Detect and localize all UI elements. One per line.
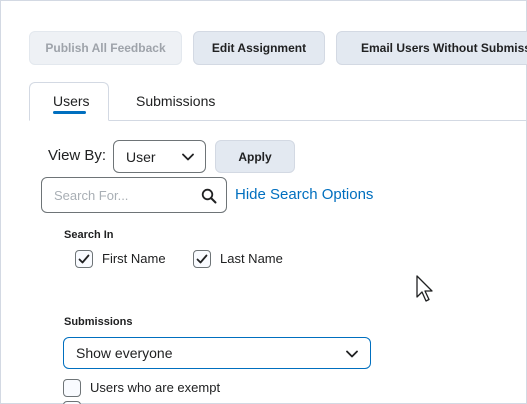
publish-all-feedback-button[interactable]: Publish All Feedback xyxy=(29,31,182,65)
users-exempt-label: Users who are exempt xyxy=(90,380,221,395)
submissions-filter-select[interactable]: Show everyone xyxy=(63,337,371,369)
chevron-down-icon xyxy=(346,350,358,358)
checkmark-icon xyxy=(78,254,90,264)
first-name-checkbox[interactable] xyxy=(75,250,93,268)
first-name-label: First Name xyxy=(102,251,166,266)
search-placeholder: Search For... xyxy=(54,188,129,203)
last-name-label: Last Name xyxy=(220,251,283,266)
submissions-filter-selected-value: Show everyone xyxy=(76,345,173,361)
edit-assignment-button[interactable]: Edit Assignment xyxy=(193,31,325,65)
view-by-select[interactable]: User xyxy=(113,140,206,173)
email-users-without-submission-button[interactable]: Email Users Without Submission xyxy=(336,31,527,65)
search-icon[interactable] xyxy=(201,188,217,204)
tab-users-label: Users xyxy=(53,93,90,109)
view-by-label: View By: xyxy=(48,147,107,164)
hide-search-options-link[interactable]: Hide Search Options xyxy=(235,186,373,203)
checkmark-icon xyxy=(196,254,208,264)
apply-button[interactable]: Apply xyxy=(215,140,295,173)
search-input[interactable]: Search For... xyxy=(41,177,227,213)
search-in-title: Search In xyxy=(64,229,114,241)
mouse-cursor-icon xyxy=(416,275,433,302)
tab-active-indicator xyxy=(53,111,86,114)
view-by-selected-value: User xyxy=(126,148,156,165)
last-name-checkbox[interactable] xyxy=(193,250,211,268)
users-exempt-checkbox[interactable] xyxy=(63,379,81,397)
tab-submissions[interactable]: Submissions xyxy=(136,93,215,109)
submissions-filter-title: Submissions xyxy=(64,316,133,328)
chevron-down-icon xyxy=(182,153,194,161)
